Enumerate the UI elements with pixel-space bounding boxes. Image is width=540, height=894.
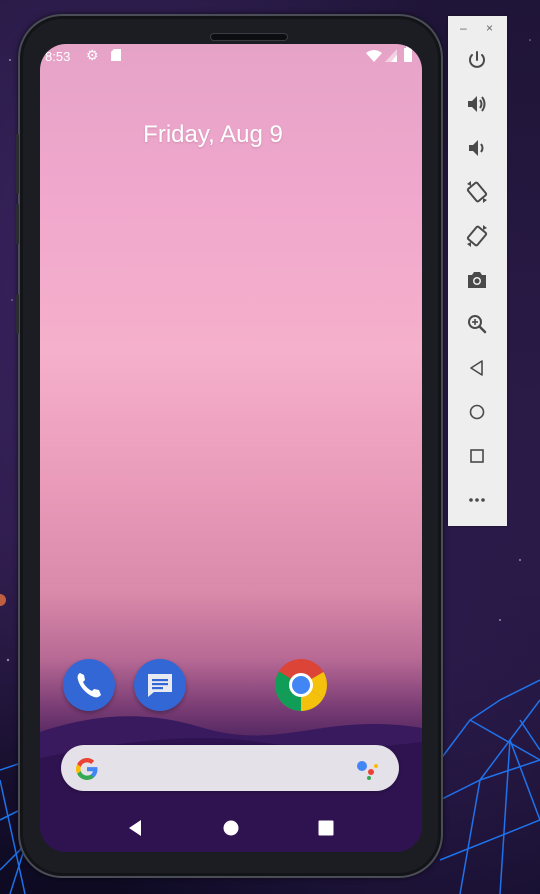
volume-up-button[interactable] [463,90,491,118]
close-button[interactable]: × [486,21,493,35]
camera-icon [468,272,486,288]
gear-icon: ⚙ [86,47,99,63]
status-time: 8:53 [45,49,71,64]
phone-side-button [16,134,19,194]
rotate-left-button[interactable] [463,178,491,206]
messages-icon [148,674,172,697]
chrome-app-icon[interactable] [274,658,327,711]
phone-app-icon[interactable] [63,659,115,711]
emulator-toolbar: – × [448,16,507,526]
volume-down-icon [469,140,484,156]
phone-screen[interactable]: 8:53 ⚙ Friday, Aug 9 [40,44,422,852]
google-assistant-icon[interactable] [356,758,382,780]
overview-square-icon [470,449,484,463]
date-widget[interactable]: Friday, Aug 9 [40,121,404,149]
battery-icon [404,46,412,62]
more-button[interactable] [463,486,491,514]
back-button[interactable] [463,354,491,382]
volume-down-button[interactable] [463,134,491,162]
more-dots-icon [469,498,485,502]
signal-icon [385,49,397,62]
home-button[interactable] [463,398,491,426]
status-bar: 8:53 ⚙ [40,44,422,68]
minimize-button[interactable]: – [460,21,467,35]
google-g-icon [76,758,98,780]
recents-icon[interactable] [314,816,338,840]
rotate-right-button[interactable] [463,222,491,250]
google-search-bar[interactable] [61,745,399,791]
volume-up-icon [468,96,486,112]
phone-side-button [16,204,19,244]
power-button[interactable] [463,46,491,74]
home-icon[interactable] [219,816,243,840]
wifi-icon [366,50,382,62]
power-icon [469,51,485,68]
back-triangle-icon [470,360,483,376]
sd-card-icon [111,49,121,61]
rotate-right-icon [466,225,488,247]
navigation-bar [40,804,422,852]
phone-side-button [16,294,19,334]
screenshot-button[interactable] [463,266,491,294]
earpiece-speaker [211,34,287,40]
zoom-button[interactable] [463,310,491,338]
rotate-left-icon [466,181,488,203]
phone-icon [77,673,101,698]
zoom-icon [468,315,487,334]
overview-button[interactable] [463,442,491,470]
chrome-icon [275,659,327,711]
home-circle-icon [469,404,485,420]
messages-app-icon[interactable] [134,659,186,711]
back-icon[interactable] [124,816,148,840]
